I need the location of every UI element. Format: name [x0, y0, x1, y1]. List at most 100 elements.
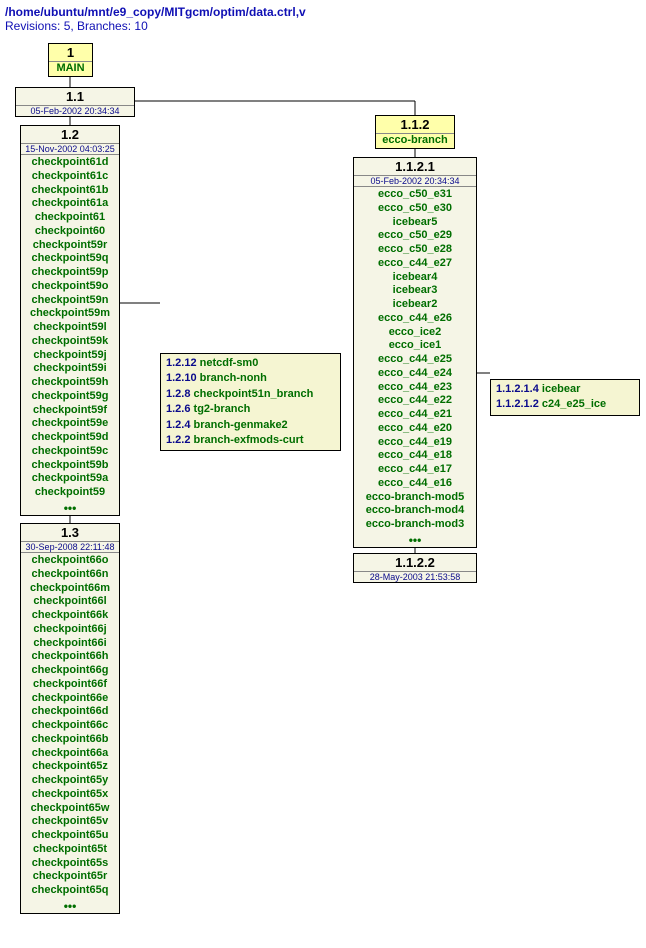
tag-label: checkpoint61 — [23, 211, 117, 225]
tag-label: icebear2 — [356, 298, 474, 312]
branch-list-1-2[interactable]: 1.2.12 netcdf-sm01.2.10 branch-nonh1.2.8… — [160, 353, 341, 451]
tag-label: checkpoint61b — [23, 184, 117, 198]
tag-label: ecco_c44_e25 — [356, 353, 474, 367]
branch-entry[interactable]: 1.2.10 branch-nonh — [166, 371, 335, 386]
tag-label: ecco_c44_e19 — [356, 436, 474, 450]
tag-label: checkpoint65y — [23, 774, 117, 788]
tag-label: ecco_ice1 — [356, 339, 474, 353]
tag-label: checkpoint66l — [23, 595, 117, 609]
tag-label: checkpoint59j — [23, 349, 117, 363]
tag-label: checkpoint59 — [23, 486, 117, 500]
tag-label: ecco_c44_e17 — [356, 463, 474, 477]
tag-label: ecco_c44_e23 — [356, 381, 474, 395]
branch-entry[interactable]: 1.1.2.1.4 icebear — [496, 382, 634, 397]
tag-label: ecco_c44_e27 — [356, 257, 474, 271]
tag-label: checkpoint65z — [23, 760, 117, 774]
tag-label: checkpoint59q — [23, 252, 117, 266]
tag-label: checkpoint59p — [23, 266, 117, 280]
tag-label: checkpoint66g — [23, 664, 117, 678]
more-ellipsis[interactable]: ••• — [21, 501, 119, 515]
tag-label: checkpoint65x — [23, 788, 117, 802]
branch-entry[interactable]: 1.2.4 branch-genmake2 — [166, 418, 335, 433]
rev-number: 1.2 — [21, 126, 119, 144]
tag-label: checkpoint65r — [23, 870, 117, 884]
branch-entry[interactable]: 1.1.2.1.2 c24_e25_ice — [496, 397, 634, 412]
rev-1-1-2-2[interactable]: 1.1.2.2 28-May-2003 21:53:58 — [353, 553, 477, 583]
more-ellipsis[interactable]: ••• — [21, 899, 119, 913]
tag-label: checkpoint59n — [23, 294, 117, 308]
more-ellipsis[interactable]: ••• — [354, 533, 476, 547]
tag-label: ecco_c44_e26 — [356, 312, 474, 326]
root-rev: 1 — [49, 44, 92, 62]
rev-number: 1.1 — [16, 88, 134, 106]
tag-label: ecco_c44_e16 — [356, 477, 474, 491]
branch-entry[interactable]: 1.2.8 checkpoint51n_branch — [166, 387, 335, 402]
tag-label: checkpoint66o — [23, 554, 117, 568]
root-label: MAIN — [49, 62, 92, 76]
revision-graph: 1 MAIN 1.1 05-Feb-2002 20:34:34 1.2 15-N… — [5, 43, 640, 943]
tag-label: ecco_c50_e30 — [356, 202, 474, 216]
tag-label: icebear3 — [356, 284, 474, 298]
rev-1-1[interactable]: 1.1 05-Feb-2002 20:34:34 — [15, 87, 135, 117]
tag-label: checkpoint66k — [23, 609, 117, 623]
tag-label: ecco_c44_e22 — [356, 394, 474, 408]
tag-label: checkpoint59a — [23, 472, 117, 486]
tag-label: checkpoint66f — [23, 678, 117, 692]
rev-number: 1.1.2.2 — [354, 554, 476, 572]
tag-label: icebear4 — [356, 271, 474, 285]
tag-label: checkpoint66j — [23, 623, 117, 637]
tag-label: checkpoint61a — [23, 197, 117, 211]
tag-label: checkpoint66a — [23, 747, 117, 761]
tag-label: ecco-branch-mod4 — [356, 504, 474, 518]
branch-entry[interactable]: 1.2.6 tg2-branch — [166, 402, 335, 417]
rev-date: 05-Feb-2002 20:34:34 — [354, 176, 476, 187]
tag-list: ecco_c50_e31ecco_c50_e30icebear5ecco_c50… — [354, 187, 476, 533]
tag-label: checkpoint59r — [23, 239, 117, 253]
tag-label: checkpoint66i — [23, 637, 117, 651]
tag-label: checkpoint65u — [23, 829, 117, 843]
tag-list: checkpoint66ocheckpoint66ncheckpoint66mc… — [21, 553, 119, 899]
rev-number: 1.1.2 — [376, 116, 454, 134]
tag-label: checkpoint61c — [23, 170, 117, 184]
tag-label: checkpoint59o — [23, 280, 117, 294]
root-node[interactable]: 1 MAIN — [48, 43, 93, 77]
tag-label: checkpoint61d — [23, 156, 117, 170]
tag-label: checkpoint66n — [23, 568, 117, 582]
tag-label: checkpoint59k — [23, 335, 117, 349]
tag-label: checkpoint65t — [23, 843, 117, 857]
tag-label: checkpoint65s — [23, 857, 117, 871]
branch-entry[interactable]: 1.2.12 netcdf-sm0 — [166, 356, 335, 371]
rev-1-3[interactable]: 1.3 30-Sep-2008 22:11:48 checkpoint66och… — [20, 523, 120, 914]
tag-label: ecco_c44_e18 — [356, 449, 474, 463]
tag-label: ecco_c44_e21 — [356, 408, 474, 422]
rev-1-2[interactable]: 1.2 15-Nov-2002 04:03:25 checkpoint61dch… — [20, 125, 120, 516]
tag-label: ecco_c44_e24 — [356, 367, 474, 381]
rev-number: 1.1.2.1 — [354, 158, 476, 176]
tag-label: checkpoint59c — [23, 445, 117, 459]
rev-number: 1.3 — [21, 524, 119, 542]
tag-label: ecco-branch-mod3 — [356, 518, 474, 532]
tag-list: checkpoint61dcheckpoint61ccheckpoint61bc… — [21, 155, 119, 501]
tag-label: checkpoint59m — [23, 307, 117, 321]
tag-label: checkpoint59f — [23, 404, 117, 418]
branch-entry[interactable]: 1.2.2 branch-exfmods-curt — [166, 433, 335, 448]
tag-label: checkpoint66b — [23, 733, 117, 747]
branch-list-1-1-2-1[interactable]: 1.1.2.1.4 icebear1.1.2.1.2 c24_e25_ice — [490, 379, 640, 416]
tag-label: ecco_c50_e29 — [356, 229, 474, 243]
rev-date: 30-Sep-2008 22:11:48 — [21, 542, 119, 553]
header-path: /home/ubuntu/mnt/e9_copy/MITgcm/optim/da… — [5, 5, 646, 19]
tag-label: ecco-branch-mod5 — [356, 491, 474, 505]
tag-label: checkpoint59l — [23, 321, 117, 335]
tag-label: checkpoint66e — [23, 692, 117, 706]
tag-label: ecco_c44_e20 — [356, 422, 474, 436]
tag-label: checkpoint59d — [23, 431, 117, 445]
tag-label: ecco_c50_e28 — [356, 243, 474, 257]
ecco-branch-head[interactable]: 1.1.2 ecco-branch — [375, 115, 455, 149]
tag-label: checkpoint59e — [23, 417, 117, 431]
tag-label: checkpoint59h — [23, 376, 117, 390]
rev-1-1-2-1[interactable]: 1.1.2.1 05-Feb-2002 20:34:34 ecco_c50_e3… — [353, 157, 477, 548]
rev-date: 05-Feb-2002 20:34:34 — [16, 106, 134, 116]
tag-label: checkpoint59b — [23, 459, 117, 473]
tag-label: checkpoint65w — [23, 802, 117, 816]
branch-label: ecco-branch — [376, 134, 454, 148]
